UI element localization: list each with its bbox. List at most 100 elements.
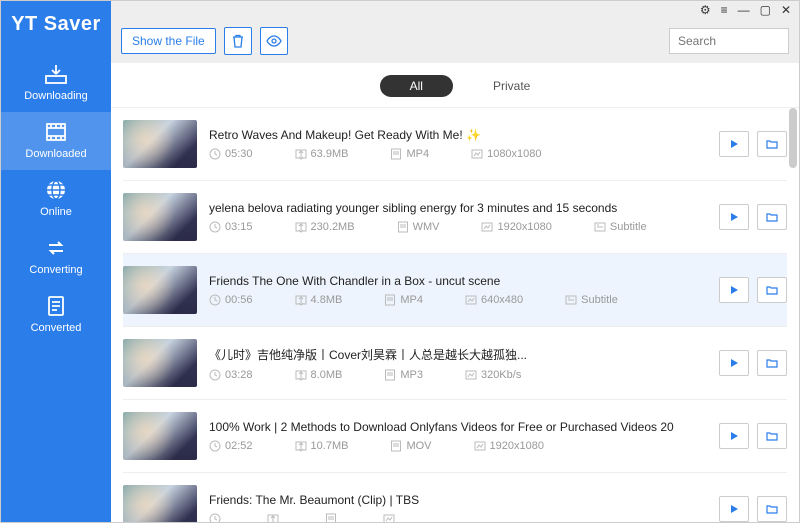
play-button[interactable] — [719, 204, 749, 230]
thumbnail[interactable] — [123, 339, 197, 387]
filesize — [267, 513, 283, 522]
video-meta: 00:564.8MBMP4640x480Subtitle — [209, 294, 707, 306]
format: MP4 — [390, 148, 429, 160]
play-icon — [729, 504, 739, 514]
eye-icon — [266, 34, 282, 48]
item-actions — [719, 496, 787, 522]
play-button[interactable] — [719, 131, 749, 157]
folder-icon — [766, 212, 778, 222]
show-file-button[interactable]: Show the File — [121, 28, 216, 54]
list-item[interactable]: Friends: The Mr. Beaumont (Clip) | TBS — [123, 473, 787, 522]
item-content: 100% Work | 2 Methods to Download Onlyfa… — [209, 420, 707, 452]
duration: 03:28 — [209, 369, 253, 381]
folder-icon — [766, 139, 778, 149]
video-meta: 03:15230.2MBWMV1920x1080Subtitle — [209, 221, 707, 233]
sidebar-item-downloaded[interactable]: Downloaded — [1, 112, 111, 170]
play-button[interactable] — [719, 350, 749, 376]
folder-button[interactable] — [757, 350, 787, 376]
resolution: 640x480 — [465, 294, 523, 306]
item-actions — [719, 350, 787, 376]
format — [325, 513, 341, 522]
maximize-icon[interactable]: ▢ — [760, 3, 771, 17]
filesize: 8.0MB — [295, 369, 343, 381]
trash-icon — [231, 34, 245, 48]
sidebar-item-downloading[interactable]: Downloading — [1, 54, 111, 112]
sidebar-item-label: Downloading — [1, 90, 111, 102]
titlebar: ⚙ ≡ — ▢ ✕ — [111, 1, 799, 19]
folder-button[interactable] — [757, 204, 787, 230]
thumbnail[interactable] — [123, 485, 197, 522]
close-icon[interactable]: ✕ — [781, 3, 791, 17]
folder-button[interactable] — [757, 131, 787, 157]
tab-all[interactable]: All — [380, 75, 453, 97]
duration: 05:30 — [209, 148, 253, 160]
resolution: 320Kb/s — [465, 369, 521, 381]
sidebar-item-label: Converted — [1, 322, 111, 334]
video-title: Friends The One With Chandler in a Box -… — [209, 274, 707, 288]
video-meta — [209, 513, 707, 522]
filesize: 230.2MB — [295, 221, 355, 233]
video-title: 100% Work | 2 Methods to Download Onlyfa… — [209, 420, 707, 434]
list-item[interactable]: 《儿时》吉他纯净版丨Cover刘昊霖丨人总是越长大越孤独... 03:28 8.0M… — [123, 327, 787, 400]
list-item[interactable]: 100% Work | 2 Methods to Download Onlyfa… — [123, 400, 787, 473]
list-item[interactable]: yelena belova radiating younger sibling … — [123, 181, 787, 254]
list-item[interactable]: Retro Waves And Makeup! Get Ready With M… — [123, 108, 787, 181]
resolution: 1920x1080 — [474, 440, 544, 452]
folder-button[interactable] — [757, 277, 787, 303]
format: WMV — [397, 221, 440, 233]
play-icon — [729, 212, 739, 222]
search-input[interactable] — [669, 28, 789, 54]
preview-button[interactable] — [260, 27, 288, 55]
filesize: 10.7MB — [295, 440, 349, 452]
sidebar-item-label: Downloaded — [1, 148, 111, 160]
resolution: 1080x1080 — [471, 148, 541, 160]
app-logo: YT Saver — [11, 13, 101, 36]
sidebar-item-converted[interactable]: Converted — [1, 286, 111, 344]
video-meta: 05:30 63.9MB MP4 1080x1080 — [209, 148, 707, 160]
document-icon — [43, 294, 69, 318]
duration: 02:52 — [209, 440, 253, 452]
resolution — [383, 513, 399, 522]
video-title: Friends: The Mr. Beaumont (Clip) | TBS — [209, 493, 707, 507]
sidebar-item-converting[interactable]: Converting — [1, 228, 111, 286]
thumbnail[interactable] — [123, 412, 197, 460]
item-actions — [719, 204, 787, 230]
video-meta: 02:5210.7MBMOV1920x1080 — [209, 440, 707, 452]
settings-icon[interactable]: ⚙ — [700, 3, 711, 17]
filesize: 63.9MB — [295, 148, 349, 160]
folder-button[interactable] — [757, 423, 787, 449]
duration: 03:15 — [209, 221, 253, 233]
subtitle: Subtitle — [594, 221, 647, 233]
folder-icon — [766, 431, 778, 441]
menu-icon[interactable]: ≡ — [721, 3, 728, 17]
delete-button[interactable] — [224, 27, 252, 55]
list-item[interactable]: Friends The One With Chandler in a Box -… — [123, 254, 787, 327]
minimize-icon[interactable]: — — [738, 3, 750, 17]
play-button[interactable] — [719, 423, 749, 449]
filesize: 4.8MB — [295, 294, 343, 306]
tab-private[interactable]: Private — [493, 79, 530, 93]
sidebar: YT Saver Downloading Downloaded Online C… — [1, 1, 111, 522]
folder-button[interactable] — [757, 496, 787, 522]
thumbnail[interactable] — [123, 120, 197, 168]
item-content: Retro Waves And Makeup! Get Ready With M… — [209, 128, 707, 160]
item-actions — [719, 277, 787, 303]
sidebar-item-online[interactable]: Online — [1, 170, 111, 228]
video-title: 《儿时》吉他纯净版丨Cover刘昊霖丨人总是越长大越孤独... — [209, 346, 707, 363]
video-title: Retro Waves And Makeup! Get Ready With M… — [209, 128, 707, 142]
subtitle: Subtitle — [565, 294, 618, 306]
scrollbar[interactable] — [789, 108, 797, 168]
play-icon — [729, 358, 739, 368]
play-icon — [729, 285, 739, 295]
thumbnail[interactable] — [123, 266, 197, 314]
play-button[interactable] — [719, 277, 749, 303]
globe-icon — [43, 178, 69, 202]
sidebar-item-label: Online — [1, 206, 111, 218]
video-meta: 03:28 8.0MB MP3 320Kb/s — [209, 369, 707, 381]
sidebar-item-label: Converting — [1, 264, 111, 276]
video-title: yelena belova radiating younger sibling … — [209, 201, 707, 215]
format: MP4 — [384, 294, 423, 306]
format: MP3 — [384, 369, 423, 381]
play-button[interactable] — [719, 496, 749, 522]
thumbnail[interactable] — [123, 193, 197, 241]
